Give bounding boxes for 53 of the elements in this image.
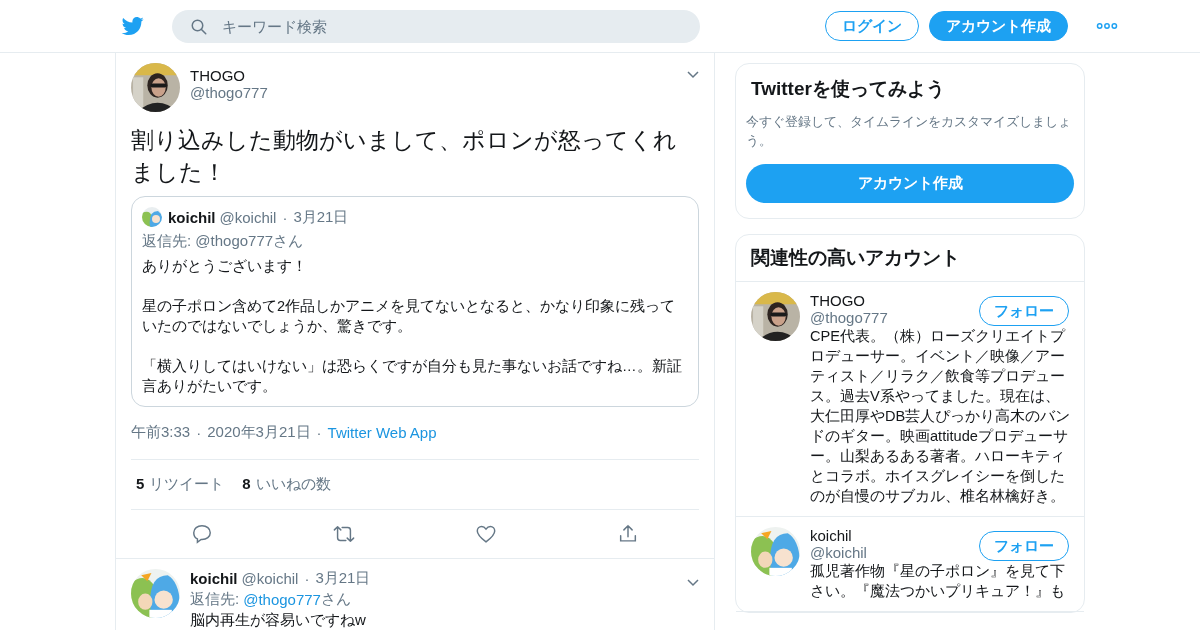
honorific-text: さん	[320, 590, 351, 609]
separator-dot: ·	[315, 423, 323, 441]
mention-link[interactable]: @thogo777	[243, 591, 321, 608]
account-name[interactable]: koichil	[810, 527, 867, 544]
quoted-tweet-date: 3月21日	[293, 207, 349, 227]
quoted-paragraph: 「横入りしてはいけない」は恐らくですが自分も見た事ないお話ですね…。新証言ありがたいです。	[142, 357, 683, 396]
quoted-tweet[interactable]: koichil @koichil · 3月21日 返信先: @thogo777さん ありがとうございます！ 星の子ポロン含めて2作品しかアニメを見てないとなると、かなり印象に残っていたのではないでしょうか、驚きです。 「横入りしてはいけない」は恐らくですが自分も見た事ないお話ですね…。新証言ありがたいです。	[131, 196, 699, 407]
chevron-down-icon[interactable]	[687, 71, 699, 79]
card-text: 今すぐ登録して、タイムラインをカスタマイズしましょう。	[746, 113, 1072, 150]
bird-logo-icon[interactable]	[120, 15, 146, 37]
separator-dot: ·	[195, 423, 203, 441]
reply-to-label: 返信先:	[190, 590, 240, 609]
tweet-date: 2020年3月21日	[207, 422, 311, 442]
separator-dot: ·	[303, 570, 311, 587]
reply-to-text: 返信先: @thogo777さん	[142, 232, 305, 251]
author-name[interactable]: koichil	[190, 570, 238, 587]
quoted-paragraph: 星の子ポロン含めて2作品しかアニメを見てないとなると、かなり印象に残っていたのではないでしょうか、驚きです。	[142, 297, 677, 336]
follow-button[interactable]: フォロー	[979, 531, 1069, 561]
quoted-author-handle[interactable]: @koichil	[219, 208, 277, 226]
signup-button[interactable]: アカウント作成	[929, 11, 1068, 41]
account-handle[interactable]: @koichil	[810, 544, 867, 561]
card-title: Twitterを使ってみよう	[751, 77, 946, 101]
card-title: 関連性の高いアカウント	[736, 235, 1084, 282]
author-handle[interactable]: @koichil	[241, 570, 299, 587]
chevron-down-icon[interactable]	[687, 578, 699, 587]
search-icon	[190, 17, 208, 36]
retweet-icon[interactable]	[333, 523, 355, 545]
stat-count: 8	[242, 475, 251, 494]
author-handle[interactable]: @thogo777	[190, 84, 268, 101]
author-name[interactable]: THOGO	[190, 67, 268, 84]
stat-label[interactable]: リツイート	[149, 475, 225, 494]
separator-dot: ·	[281, 208, 289, 226]
share-icon[interactable]	[617, 523, 639, 545]
tweet-time: 午前3:33	[131, 422, 191, 442]
stat-label[interactable]: いいねの数	[255, 475, 331, 494]
source-link[interactable]: Twitter Web App	[327, 423, 437, 441]
account-bio: 孤児著作物『星の子ポロン』を見て下さい。『魔法つかいプリキュア！』も	[810, 562, 1066, 601]
login-button[interactable]: ログイン	[825, 11, 919, 41]
stat-count: 5	[136, 475, 145, 494]
tweet-date: 3月21日	[315, 569, 371, 588]
more-icon[interactable]	[1096, 22, 1118, 30]
tweet-text: 割り込みした動物がいまして、ポロンが怒ってくれました！	[131, 126, 678, 187]
quoted-paragraph: ありがとうございます！	[142, 257, 308, 276]
follow-button[interactable]: フォロー	[979, 296, 1069, 326]
account-name[interactable]: THOGO	[810, 292, 888, 309]
account-handle[interactable]: @thogo777	[810, 309, 888, 326]
heart-icon[interactable]	[475, 523, 497, 545]
tweet-text: 脳内再生が容易いですねw	[190, 611, 367, 630]
search-field[interactable]: キーワード検索	[172, 9, 700, 43]
account-bio: CPE代表。（株）ローズクリエイトプロデューサー。イベント／映像／アーティスト／リラク／飲食等プロデュース。過去V系やってました。現在は、大仁田厚やDB芸人ぴっかり高木のバンドのギター。映画attitudeプロデューサー。山梨あるある著者。ハローキティとコラボ。ホイスグレイシーを倒したのが自慢のサブカル、椎名林檎好き。	[810, 327, 1072, 506]
reply-icon[interactable]	[191, 523, 213, 545]
quoted-author-name[interactable]: koichil	[168, 208, 216, 226]
signup-button[interactable]: アカウント作成	[746, 164, 1074, 203]
